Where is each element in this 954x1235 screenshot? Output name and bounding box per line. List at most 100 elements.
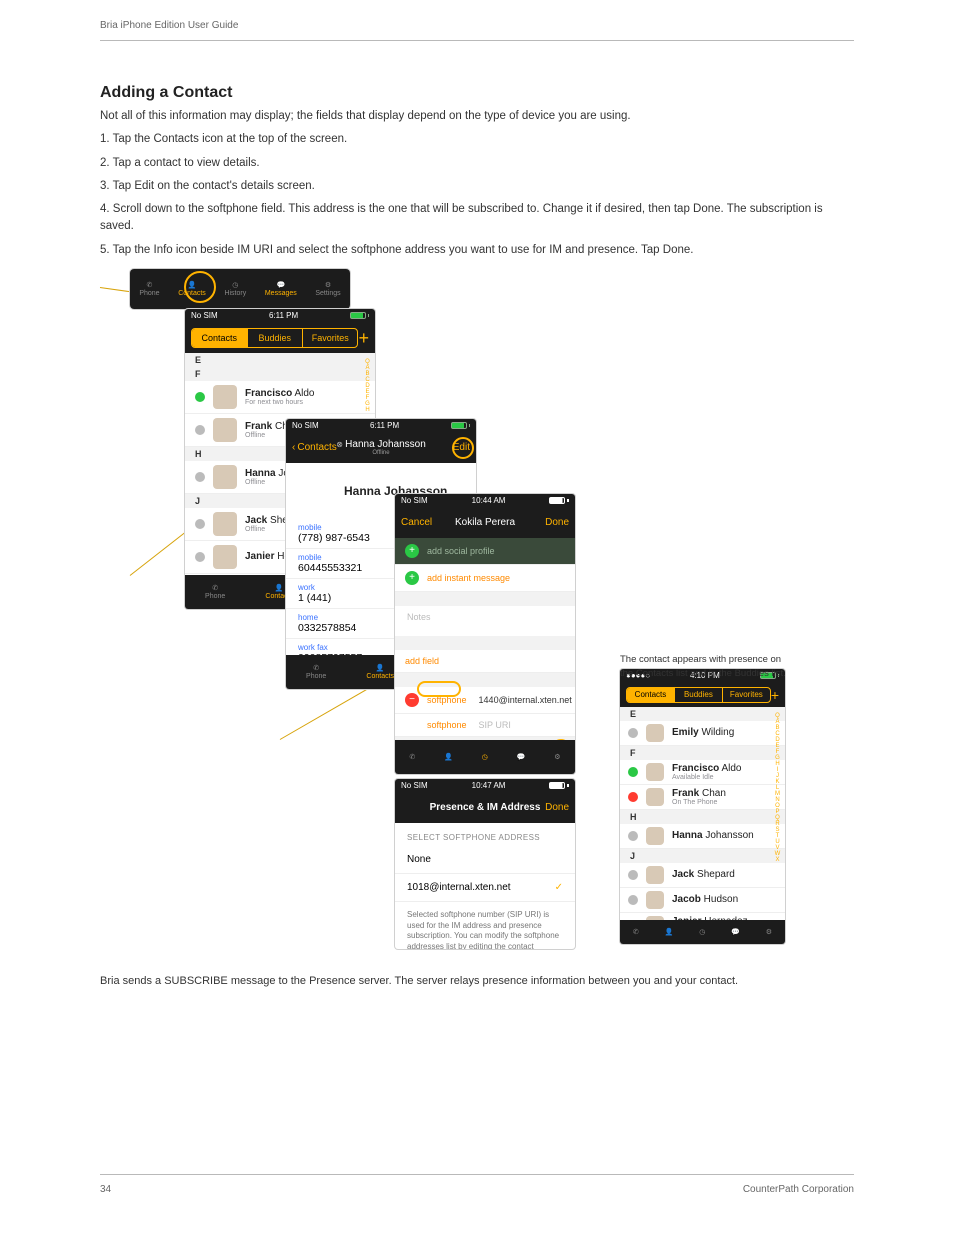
status-time: 10:47 AM bbox=[472, 781, 506, 790]
tab-contacts[interactable]: 👤 bbox=[444, 753, 453, 761]
status-bar: No SIM 10:47 AM bbox=[395, 779, 575, 793]
option-address[interactable]: 1018@internal.xten.net✓ bbox=[395, 874, 575, 902]
add-contact-button[interactable]: + bbox=[771, 686, 779, 704]
tab-messages[interactable]: 💬 bbox=[517, 753, 526, 761]
note-paragraph: Bria sends a SUBSCRIBE message to the Pr… bbox=[100, 973, 854, 990]
contact-name: Emily Wilding bbox=[672, 727, 734, 738]
tab-phone[interactable]: ✆Phone bbox=[306, 664, 326, 680]
add-field-row[interactable]: add field bbox=[395, 650, 575, 673]
plus-icon: + bbox=[405, 544, 419, 558]
avatar bbox=[213, 418, 237, 442]
contact-row[interactable]: Francisco AldoAvailable Idle bbox=[620, 760, 785, 785]
edit-button[interactable]: Edit bbox=[453, 442, 470, 453]
person-icon: 👤 bbox=[188, 281, 197, 289]
avatar bbox=[646, 891, 664, 909]
contact-row[interactable]: Emily Wilding bbox=[620, 721, 785, 746]
phone-icon: ✆ bbox=[147, 281, 153, 289]
person-icon: 👤 bbox=[275, 584, 284, 592]
tab-settings[interactable]: ⚙ bbox=[554, 753, 560, 761]
screen-edit-contact: No SIM 10:44 AM Cancel Kokila Perera Don… bbox=[395, 494, 575, 774]
softphone-row[interactable]: − softphone 1440@internal.xten.net bbox=[395, 687, 575, 714]
picker-helper-text: Selected softphone number (SIP URI) is u… bbox=[395, 902, 575, 949]
seg-contacts[interactable]: Contacts bbox=[192, 329, 247, 347]
section-letter: J bbox=[620, 849, 785, 863]
step-4: 4. Scroll down to the softphone field. T… bbox=[100, 201, 854, 236]
contact-row[interactable]: Frank ChanOn The Phone bbox=[620, 785, 785, 810]
section-title: Adding a Contact bbox=[100, 84, 854, 102]
seg-favorites[interactable]: Favorites bbox=[722, 688, 770, 702]
result-list[interactable]: E Emily Wilding F Francisco AldoAvailabl… bbox=[620, 707, 785, 920]
contact-name: Jacob Hudson bbox=[672, 894, 738, 905]
add-im-row[interactable]: + add instant message bbox=[395, 565, 575, 592]
softphone-placeholder-row[interactable]: softphone SIP URI bbox=[395, 714, 575, 737]
page-number: 34 bbox=[100, 1184, 111, 1195]
contact-row[interactable]: Janier HernadezOffline bbox=[620, 913, 785, 920]
tab-messages[interactable]: 💬 bbox=[731, 928, 740, 936]
cancel-button[interactable]: Cancel bbox=[401, 517, 432, 528]
rule-top bbox=[100, 40, 854, 41]
chevron-left-icon: ‹ bbox=[292, 442, 295, 453]
avatar bbox=[213, 512, 237, 536]
minus-icon: − bbox=[405, 693, 419, 707]
tab-contacts[interactable]: 👤Contacts bbox=[178, 281, 206, 297]
tab-settings[interactable]: ⚙Settings bbox=[315, 281, 340, 297]
battery-icon bbox=[350, 312, 370, 319]
chat-icon: 💬 bbox=[276, 281, 285, 289]
tab-settings[interactable]: ⚙ bbox=[766, 928, 772, 936]
tab-contacts[interactable]: 👤 bbox=[665, 928, 674, 936]
contact-name: Francisco AldoFor next two hours bbox=[245, 388, 315, 406]
edit-navbar: Cancel Kokila Perera Done bbox=[395, 508, 575, 538]
avatar bbox=[646, 916, 664, 920]
option-none[interactable]: None bbox=[395, 846, 575, 874]
carrier-label: No SIM bbox=[401, 496, 428, 505]
status-time: 6:11 PM bbox=[269, 311, 298, 320]
avatar bbox=[646, 724, 664, 742]
presence-dot bbox=[628, 831, 638, 841]
tab-messages[interactable]: 💬Messages bbox=[265, 281, 297, 297]
presence-dot bbox=[628, 728, 638, 738]
detail-navbar: ‹Contacts ⊗ Hanna Johansson Offline Edit bbox=[286, 433, 476, 463]
tab-phone[interactable]: ✆Phone bbox=[205, 584, 225, 600]
picker-navbar: Presence & IM Address Done bbox=[395, 793, 575, 823]
add-contact-button[interactable]: + bbox=[358, 329, 369, 347]
avatar bbox=[298, 473, 334, 509]
back-button[interactable]: ‹Contacts bbox=[292, 442, 337, 453]
step-5: 5. Tap the Info icon beside IM URI and s… bbox=[100, 242, 854, 259]
tab-history[interactable]: ◷ bbox=[482, 753, 488, 761]
section-letter: F bbox=[185, 367, 375, 381]
seg-buddies[interactable]: Buddies bbox=[247, 329, 303, 347]
add-social-row[interactable]: + add social profile bbox=[395, 538, 575, 565]
tab-contacts[interactable]: 👤Contacts bbox=[366, 664, 394, 680]
contact-row[interactable]: Jacob Hudson bbox=[620, 888, 785, 913]
page-footer: 34 CounterPath Corporation bbox=[100, 1184, 854, 1195]
tab-phone[interactable]: ✆ bbox=[633, 928, 639, 936]
tab-history[interactable]: ◷ bbox=[699, 928, 705, 936]
status-time: 6:11 PM bbox=[370, 421, 399, 430]
intro-paragraph: Not all of this information may display;… bbox=[100, 108, 854, 125]
avatar bbox=[646, 788, 664, 806]
avatar bbox=[646, 763, 664, 781]
phone-icon: ✆ bbox=[212, 584, 218, 592]
notes-field[interactable]: Notes bbox=[395, 606, 575, 636]
contact-row[interactable]: Francisco AldoFor next two hours bbox=[185, 381, 375, 414]
alpha-index[interactable]: QABCDEFGHIJKLMNOPQRSTUVWX bbox=[772, 707, 783, 886]
done-button[interactable]: Done bbox=[545, 802, 569, 813]
seg-contacts[interactable]: Contacts bbox=[627, 688, 674, 702]
presence-dot bbox=[628, 767, 638, 777]
checkmark-icon: ✓ bbox=[555, 882, 563, 893]
contact-name: Janier HernadezOffline bbox=[672, 916, 748, 920]
screen-presence-picker: No SIM 10:47 AM Presence & IM Address Do… bbox=[395, 779, 575, 949]
contact-row[interactable]: Hanna Johansson bbox=[620, 824, 785, 849]
footer-company: CounterPath Corporation bbox=[743, 1184, 854, 1195]
done-button[interactable]: Done bbox=[545, 517, 569, 528]
contact-row[interactable]: Jack Shepard bbox=[620, 863, 785, 888]
tab-phone[interactable]: ✆ bbox=[409, 753, 415, 761]
screen-result-contacts: ●●●●○ 4:10 PM Contacts Buddies Favorites… bbox=[620, 669, 785, 944]
tab-history[interactable]: ◷History bbox=[224, 281, 246, 297]
seg-buddies[interactable]: Buddies bbox=[674, 688, 722, 702]
header-left: Bria iPhone Edition User Guide bbox=[100, 20, 238, 31]
seg-favorites[interactable]: Favorites bbox=[302, 329, 358, 347]
section-letter: E bbox=[620, 707, 785, 721]
tabbar-closeup: ✆Phone 👤Contacts ◷History 💬Messages ⚙Set… bbox=[130, 269, 350, 309]
tab-phone[interactable]: ✆Phone bbox=[139, 281, 159, 297]
